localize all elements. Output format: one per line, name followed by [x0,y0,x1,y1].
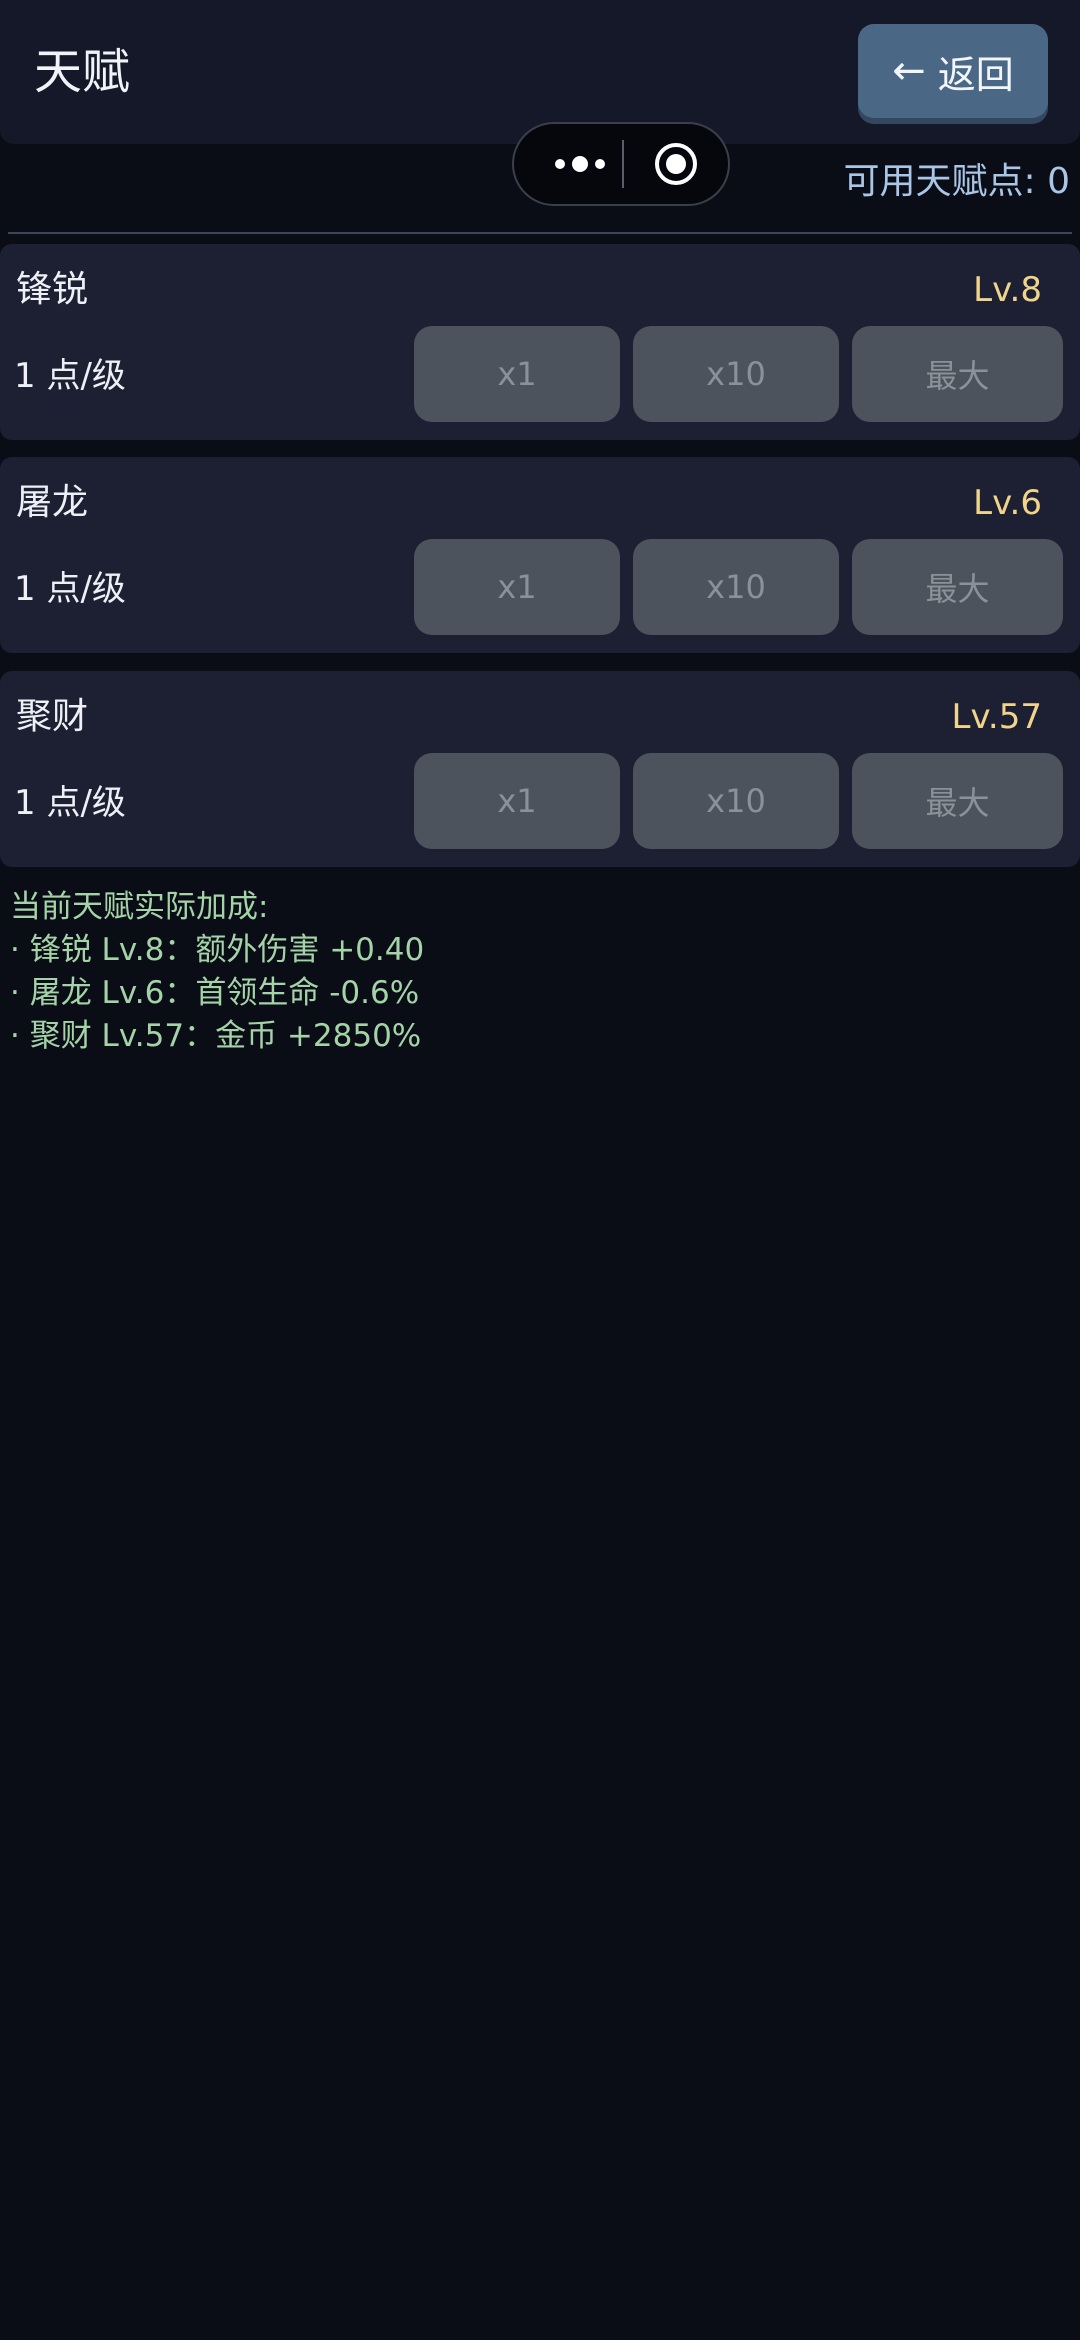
upgrade-x10-button[interactable]: x10 [633,326,839,422]
upgrade-x10-button[interactable]: x10 [633,753,839,849]
bonus-summary-heading: 当前天赋实际加成: [10,889,269,925]
bonus-line: · 聚财 Lv.57：金币 +2850% [10,1018,422,1054]
left-arrow-icon: ← [892,48,926,94]
talent-level: Lv.57 [951,697,1043,737]
upgrade-max-button[interactable]: 最大 [852,539,1063,635]
page-title: 天赋 [34,44,131,100]
talent-name: 屠龙 [16,482,89,523]
section-divider [8,232,1072,234]
talent-card-fengrui: 锋锐 Lv.8 1 点/级 x1 x10 最大 [0,244,1080,440]
talent-cost: 1 点/级 [14,356,126,396]
talent-card-jucai: 聚财 Lv.57 1 点/级 x1 x10 最大 [0,671,1080,867]
upgrade-max-button[interactable]: 最大 [852,753,1063,849]
talent-cost: 1 点/级 [14,569,126,609]
back-button[interactable]: ← 返回 [858,24,1048,118]
capsule-divider [622,140,624,188]
back-button-label: 返回 [937,52,1014,97]
mini-program-capsule [512,122,730,206]
record-target-icon[interactable] [654,142,698,186]
upgrade-x1-button[interactable]: x1 [414,753,620,849]
bonus-line: · 屠龙 Lv.6：首领生命 -0.6% [10,975,420,1011]
upgrade-max-button[interactable]: 最大 [852,326,1063,422]
header-bar: 天赋 ← 返回 [0,0,1080,144]
bonus-summary: 当前天赋实际加成: · 锋锐 Lv.8：额外伤害 +0.40 · 屠龙 Lv.6… [10,886,424,1058]
talent-name: 锋锐 [16,269,89,310]
upgrade-x10-button[interactable]: x10 [633,539,839,635]
upgrade-x1-button[interactable]: x1 [414,539,620,635]
talent-card-tulong: 屠龙 Lv.6 1 点/级 x1 x10 最大 [0,457,1080,653]
talent-name: 聚财 [16,696,89,737]
upgrade-x1-button[interactable]: x1 [414,326,620,422]
bonus-line: · 锋锐 Lv.8：额外伤害 +0.40 [10,932,425,968]
talent-cost: 1 点/级 [14,783,126,823]
talent-level: Lv.6 [973,483,1042,523]
available-points: 可用天赋点: 0 [843,161,1070,202]
talent-level: Lv.8 [973,270,1042,310]
more-dots-icon[interactable] [548,124,612,204]
